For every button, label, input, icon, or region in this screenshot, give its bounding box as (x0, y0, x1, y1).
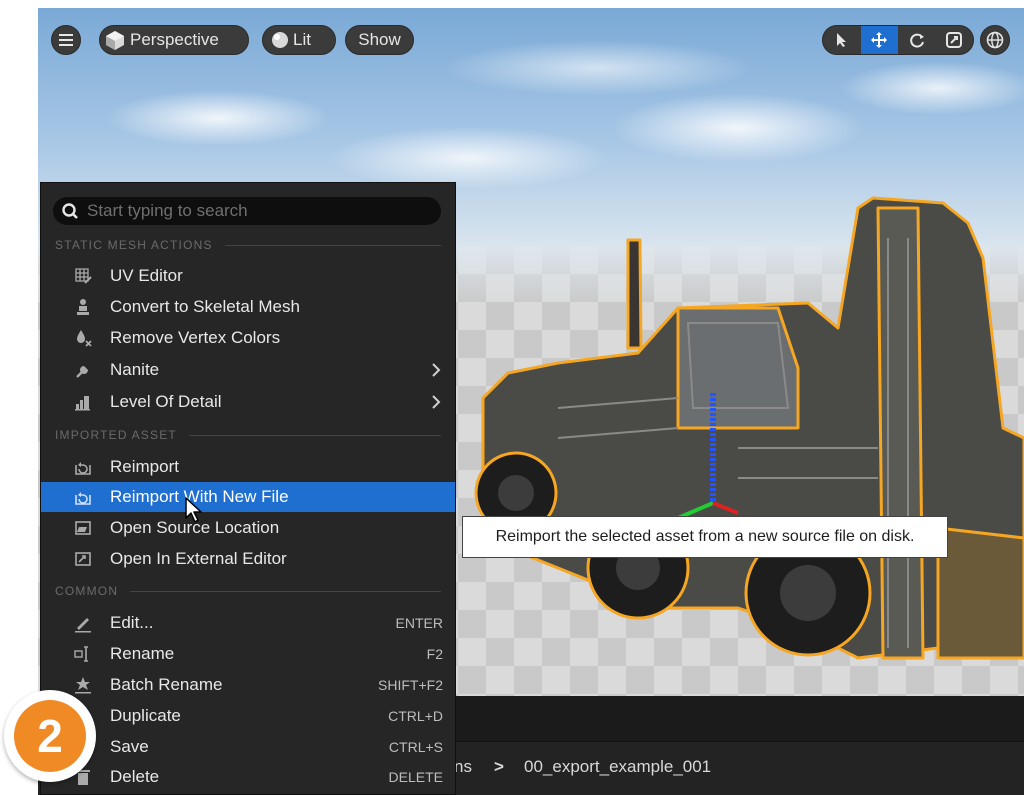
rename-icon (74, 646, 88, 662)
cube-icon (106, 31, 124, 50)
menu-item-delete[interactable]: Delete DELETE (41, 762, 455, 792)
hamburger-icon (59, 34, 73, 46)
menu-item-duplicate[interactable]: Duplicate CTRL+D (41, 701, 455, 731)
section-common: COMMON (55, 583, 441, 599)
path-folder[interactable]: ns (454, 757, 472, 777)
lit-sphere-icon (272, 32, 288, 48)
step-number: 2 (14, 700, 86, 772)
folder-open-icon (75, 521, 91, 535)
search-icon (62, 203, 78, 219)
menu-item-reimport[interactable]: Reimport (41, 452, 455, 482)
scale-icon (946, 32, 963, 48)
chevron-right-icon (432, 363, 441, 377)
perspective-label: Perspective (130, 30, 219, 49)
path-current-folder[interactable]: 00_export_example_001 (524, 757, 711, 777)
menu-item-rename[interactable]: Rename F2 (41, 639, 455, 669)
lit-label: Lit (293, 30, 311, 49)
skeleton-icon (77, 299, 89, 315)
step-badge: 2 (4, 690, 96, 782)
menu-item-batch-rename[interactable]: Batch Rename SHIFT+F2 (41, 670, 455, 700)
globe-icon (986, 31, 1004, 49)
cursor-arrow-icon (836, 33, 846, 47)
asset-context-menu: STATIC MESH ACTIONS UV Editor Convert to… (40, 182, 456, 795)
path-separator: > (494, 757, 504, 776)
reimport-icon (75, 462, 91, 475)
shortcut-edit: ENTER (395, 615, 443, 631)
transform-tools (822, 25, 974, 55)
menu-item-save[interactable]: Save CTRL+S (41, 732, 455, 762)
reimport-tooltip: Reimport the selected asset from a new s… (462, 516, 948, 558)
menu-search-input[interactable] (87, 201, 417, 221)
move-tool[interactable] (860, 26, 898, 54)
menu-item-open-source-location[interactable]: Open Source Location (41, 513, 455, 543)
section-static-mesh-actions: STATIC MESH ACTIONS (55, 237, 441, 253)
wrench-icon (76, 366, 88, 378)
menu-item-convert-skeletal-mesh[interactable]: Convert to Skeletal Mesh (41, 292, 455, 322)
pencil-icon (75, 618, 91, 633)
menu-item-remove-vertex-colors[interactable]: Remove Vertex Colors (41, 323, 455, 353)
shortcut-batch-rename: SHIFT+F2 (378, 677, 443, 693)
external-window-icon (75, 552, 91, 566)
world-local-button[interactable] (980, 25, 1010, 55)
shortcut-delete: DELETE (388, 769, 443, 785)
perspective-button[interactable]: Perspective (99, 25, 249, 55)
rotate-icon (909, 33, 924, 48)
menu-item-reimport-with-new-file[interactable]: Reimport With New File (41, 482, 455, 512)
scale-tool[interactable] (936, 26, 974, 54)
shortcut-duplicate: CTRL+D (388, 708, 443, 724)
lit-button[interactable]: Lit (262, 25, 336, 55)
lod-bars-icon (75, 396, 90, 411)
show-button[interactable]: Show (345, 25, 414, 55)
shortcut-save: CTRL+S (388, 739, 443, 755)
menu-search-box[interactable] (53, 197, 441, 225)
menu-item-nanite[interactable]: Nanite (41, 355, 455, 385)
menu-item-uv-editor[interactable]: UV Editor (41, 261, 455, 291)
paint-drop-remove-icon (77, 330, 92, 347)
uv-grid-icon (75, 268, 92, 284)
rotate-tool[interactable] (898, 26, 936, 54)
chevron-right-icon (432, 395, 441, 409)
star-pencil-icon (75, 677, 91, 694)
viewport-options-button[interactable] (51, 25, 81, 55)
section-imported-asset: IMPORTED ASSET (55, 427, 441, 443)
menu-item-edit[interactable]: Edit... ENTER (41, 608, 455, 638)
move-arrows-icon (871, 32, 888, 48)
show-label: Show (358, 30, 401, 49)
mouse-cursor-icon (185, 497, 202, 523)
select-tool[interactable] (823, 26, 861, 54)
menu-item-level-of-detail[interactable]: Level Of Detail (41, 387, 455, 417)
reimport-icon (75, 492, 91, 505)
menu-item-open-in-external-editor[interactable]: Open In External Editor (41, 544, 455, 574)
shortcut-rename: F2 (426, 646, 443, 662)
